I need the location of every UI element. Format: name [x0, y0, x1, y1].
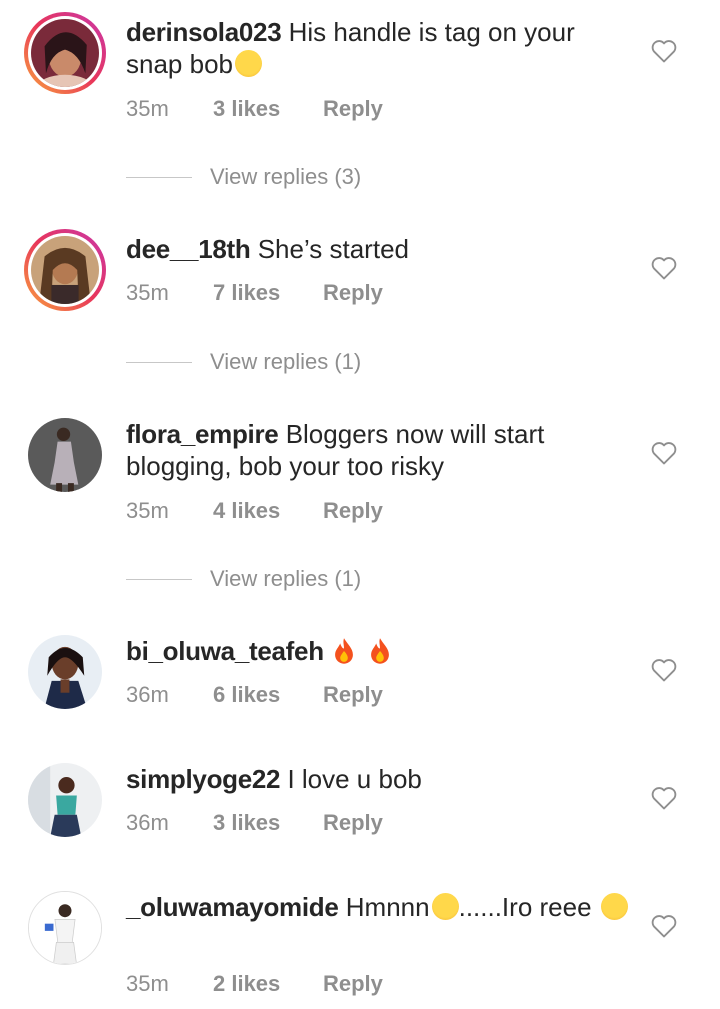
comment-text: derinsola023 His handle is tag on your s…: [126, 16, 631, 80]
reply-button[interactable]: Reply: [323, 96, 383, 122]
view-replies-label: View replies (1): [210, 566, 362, 591]
tears-of-joy-emoji-icon: [600, 893, 628, 920]
avatar: [28, 891, 102, 965]
heart-icon[interactable]: [650, 38, 678, 64]
comment-meta: 36m 6 likes Reply: [126, 682, 383, 708]
comment-username[interactable]: flora_empire: [126, 419, 279, 449]
comment-time: 36m: [126, 682, 169, 707]
reply-button[interactable]: Reply: [323, 280, 383, 306]
comment-text: flora_empire Bloggers now will start blo…: [126, 418, 631, 482]
comment-time: 35m: [126, 971, 169, 996]
view-replies-button[interactable]: View replies (1): [126, 349, 361, 375]
comment-likes[interactable]: 7 likes: [213, 280, 323, 306]
reply-button[interactable]: Reply: [323, 971, 383, 997]
reply-button[interactable]: Reply: [323, 810, 383, 836]
smirk-emoji-icon: [431, 893, 459, 920]
comment-likes[interactable]: 2 likes: [213, 971, 323, 997]
comment-meta: 35m 3 likes Reply: [126, 96, 383, 122]
divider-line: [126, 578, 192, 580]
comment-text: dee__18th She’s started: [126, 233, 631, 265]
heart-icon[interactable]: [650, 913, 678, 939]
avatar: [28, 635, 102, 709]
comment-likes[interactable]: 4 likes: [213, 498, 323, 524]
view-replies-button[interactable]: View replies (1): [126, 566, 361, 592]
view-replies-button[interactable]: View replies (3): [126, 164, 361, 190]
heart-icon[interactable]: [650, 785, 678, 811]
comment-username[interactable]: derinsola023: [126, 17, 282, 47]
avatar-wrap[interactable]: [28, 635, 102, 709]
comment-body: Hmnnn: [338, 892, 430, 922]
comment-body: She’s started: [250, 234, 409, 264]
comment-likes[interactable]: 3 likes: [213, 96, 323, 122]
heart-icon[interactable]: [650, 440, 678, 466]
fire-emoji-icon: [331, 636, 357, 666]
comment-text: _oluwamayomide Hmnnn ......Iro reee: [126, 891, 631, 923]
reply-button[interactable]: Reply: [323, 682, 383, 708]
comment-body-continued: ......Iro reee: [458, 892, 592, 922]
comment-likes[interactable]: 3 likes: [213, 810, 323, 836]
avatar: [28, 418, 102, 492]
comment-time: 35m: [126, 280, 169, 305]
comment-username[interactable]: simplyoge22: [126, 764, 281, 794]
comment-username[interactable]: bi_oluwa_teafeh: [126, 636, 324, 666]
avatar: [31, 19, 99, 87]
comment-time: 35m: [126, 96, 169, 121]
avatar-wrap[interactable]: [28, 763, 102, 837]
avatar-wrap[interactable]: [28, 891, 102, 965]
avatar: [28, 763, 102, 837]
comment-body: I love u bob: [280, 764, 422, 794]
comment-meta: 35m 7 likes Reply: [126, 280, 383, 306]
comment-meta: 35m 4 likes Reply: [126, 498, 383, 524]
comment-text: bi_oluwa_teafeh: [126, 635, 631, 667]
comment-username[interactable]: _oluwamayomide: [126, 892, 339, 922]
comment-meta: 36m 3 likes Reply: [126, 810, 383, 836]
view-replies-label: View replies (1): [210, 349, 362, 374]
heart-icon[interactable]: [650, 657, 678, 683]
comment-time: 36m: [126, 810, 169, 835]
comment-meta: 35m 2 likes Reply: [126, 971, 383, 997]
reply-button[interactable]: Reply: [323, 498, 383, 524]
fire-emoji-icon: [367, 636, 393, 666]
divider-line: [126, 176, 192, 178]
comment-username[interactable]: dee__18th: [126, 234, 251, 264]
divider-line: [126, 361, 192, 363]
comment-likes[interactable]: 6 likes: [213, 682, 323, 708]
view-replies-label: View replies (3): [210, 164, 362, 189]
comment-body: [324, 636, 331, 666]
avatar-story-ring[interactable]: [24, 229, 106, 311]
comment-time: 35m: [126, 498, 169, 523]
avatar: [31, 236, 99, 304]
avatar-story-ring[interactable]: [24, 12, 106, 94]
comment-text: simplyoge22 I love u bob: [126, 763, 631, 795]
rofl-emoji-icon: [234, 50, 262, 77]
avatar-wrap[interactable]: [28, 418, 102, 492]
heart-icon[interactable]: [650, 255, 678, 281]
